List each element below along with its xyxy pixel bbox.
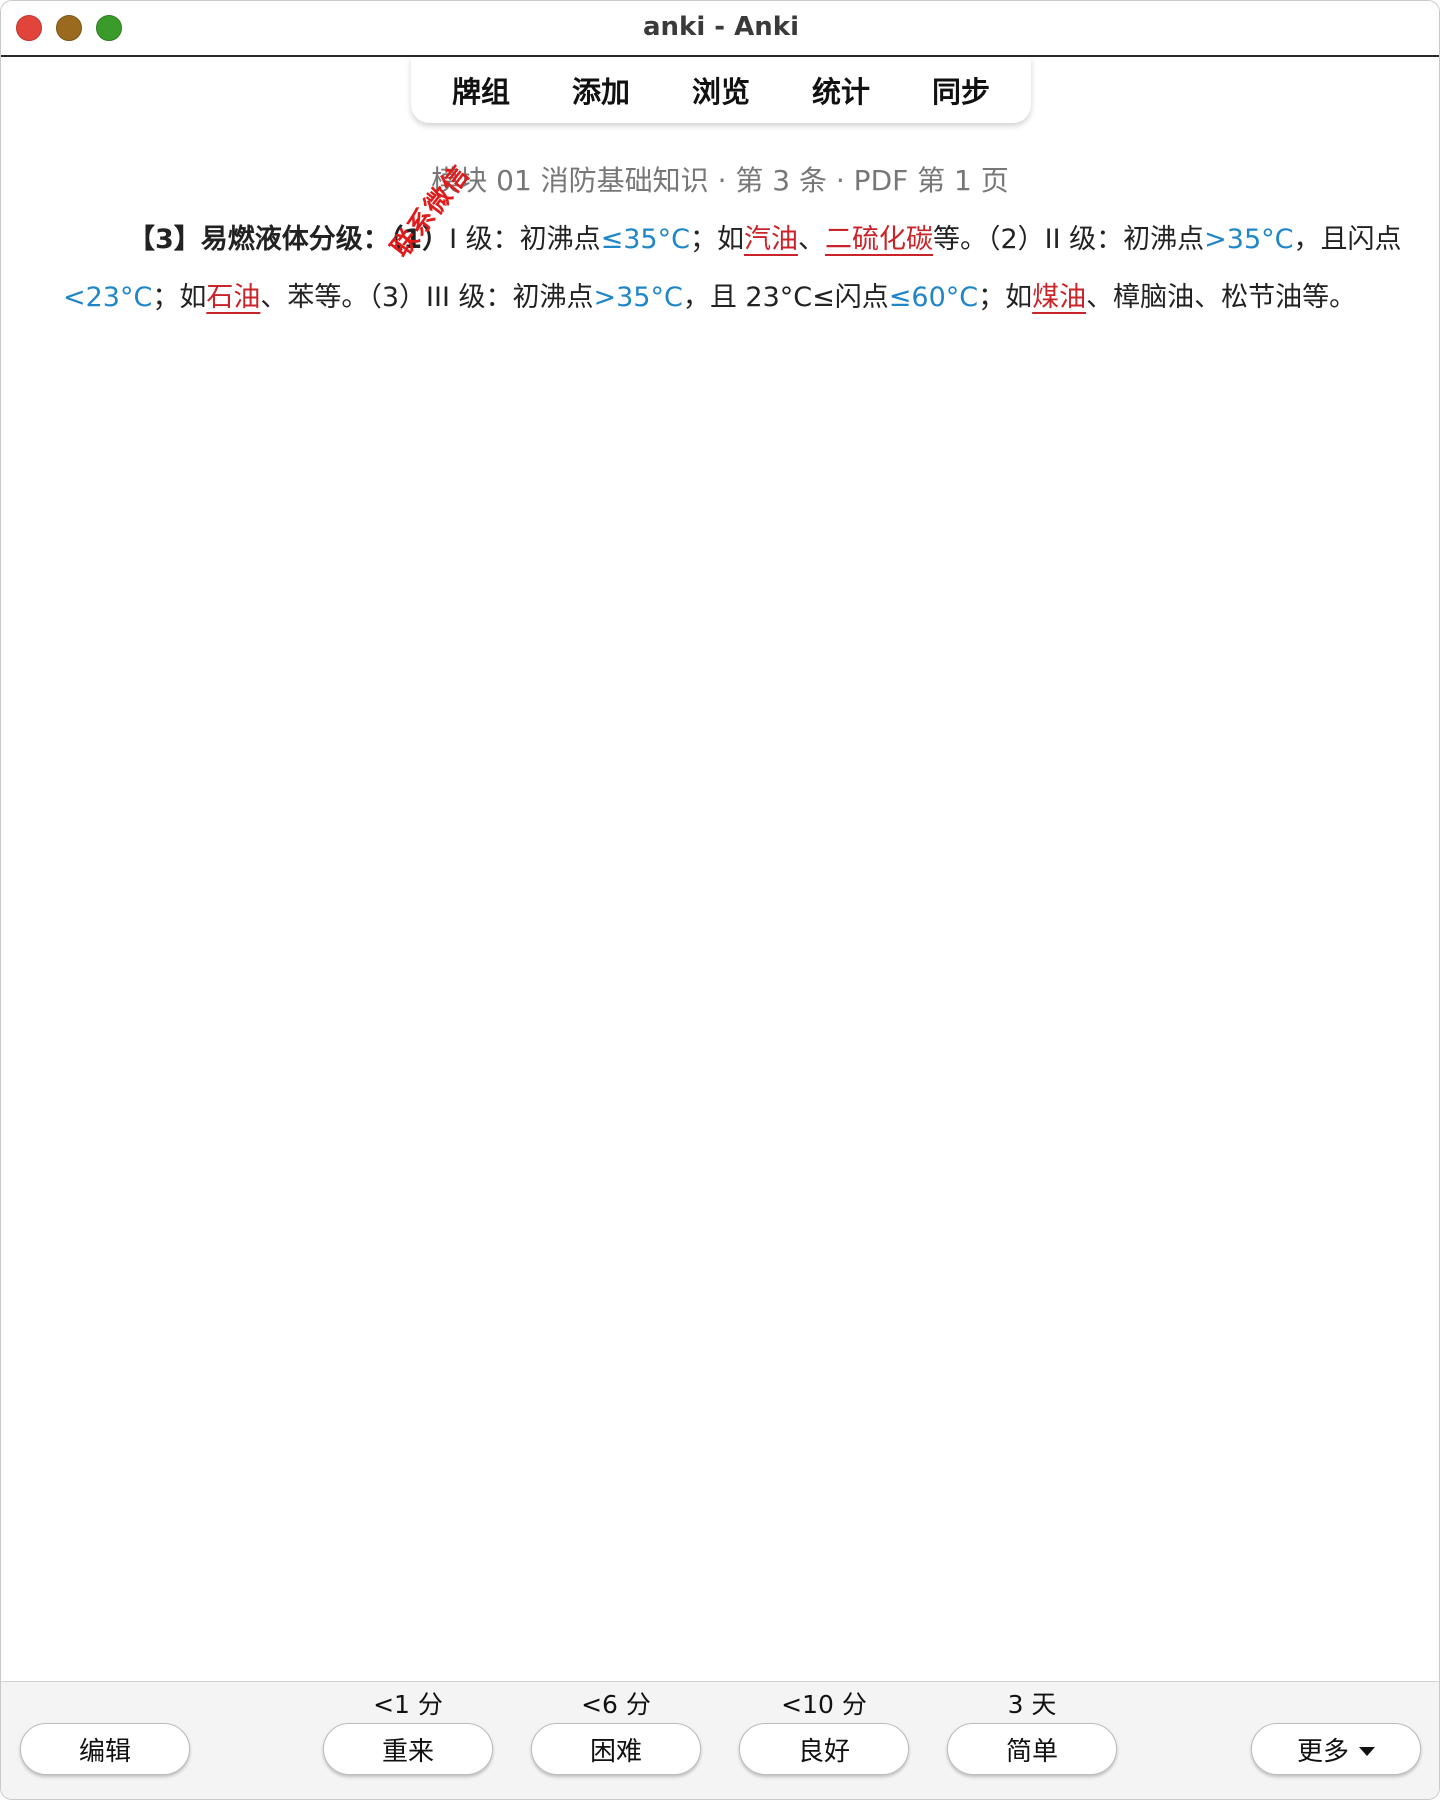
card-line-1: 【3】易燃液体分级：（1）I 级：初沸点≤35°C；如汽油、二硫化碳等。（2）I… — [63, 211, 1402, 269]
text-span: I 级：初沸点 — [449, 224, 601, 255]
card-info: 模块 01 消防基础知识 · 第 3 条 · PDF 第 1 页 — [431, 164, 1009, 197]
title-bar: anki - Anki — [1, 1, 1439, 57]
more-button[interactable]: 更多 — [1251, 1723, 1421, 1775]
red-keyword: 石油 — [206, 282, 261, 313]
window-title: anki - Anki — [643, 12, 799, 42]
blue-value: >35°C — [593, 282, 683, 313]
again-button[interactable]: 重来 — [323, 1723, 493, 1775]
answer-bar — [1, 1681, 1439, 1799]
again-button-label: 重来 — [381, 1736, 434, 1767]
caret-down-icon — [1359, 1746, 1375, 1756]
toolbar-sync[interactable]: 同步 — [901, 69, 1021, 111]
card-heading: 【3】易燃液体分级：（1） — [128, 224, 450, 255]
card-content: 【3】易燃液体分级：（1）I 级：初沸点≤35°C；如汽油、二硫化碳等。（2）I… — [63, 211, 1402, 327]
card-line-2: <23°C；如石油、苯等。（3）III 级：初沸点>35°C，且 23°C≤闪点… — [63, 269, 1383, 327]
red-keyword: 二硫化碳 — [824, 224, 933, 255]
edit-button-label: 编辑 — [78, 1736, 131, 1767]
toolbar-stats[interactable]: 统计 — [781, 69, 901, 111]
blue-value: >35°C — [1204, 224, 1294, 255]
text-span: ；如 — [152, 282, 207, 313]
good-button[interactable]: 良好 — [739, 1723, 909, 1775]
edit-button[interactable]: 编辑 — [20, 1723, 190, 1775]
interval-good: <10 分 — [781, 1690, 867, 1719]
easy-button-label: 简单 — [1005, 1736, 1058, 1767]
main-toolbar: 牌组 添加 浏览 统计 同步 — [411, 57, 1031, 123]
blue-value: ≤60°C — [888, 282, 979, 313]
red-keyword: 煤油 — [1032, 282, 1087, 313]
good-button-label: 良好 — [797, 1736, 850, 1767]
toolbar-add[interactable]: 添加 — [541, 69, 661, 111]
easy-button[interactable]: 简单 — [947, 1723, 1117, 1775]
toolbar-browse[interactable]: 浏览 — [661, 69, 781, 111]
text-span: ，且 23°C≤闪点 — [682, 282, 889, 313]
text-span: 、 — [797, 224, 825, 255]
interval-hard: <6 分 — [581, 1690, 651, 1719]
blue-value: <23°C — [63, 282, 153, 313]
hard-button-label: 困难 — [589, 1736, 642, 1767]
more-button-label: 更多 — [1296, 1736, 1349, 1767]
red-keyword: 汽油 — [743, 224, 798, 255]
text-span: ；如 — [978, 282, 1033, 313]
text-span: ，且闪点 — [1293, 224, 1402, 255]
text-span: 、樟脑油、松节油等。 — [1086, 282, 1357, 313]
text-span: 等。（2）II 级：初沸点 — [932, 224, 1205, 255]
hard-button[interactable]: 困难 — [531, 1723, 701, 1775]
blue-value: ≤35°C — [600, 224, 690, 255]
interval-again: <1 分 — [373, 1690, 443, 1719]
anki-window: anki - Anki 牌组 添加 浏览 统计 同步 模块 01 消防基础知识 … — [0, 0, 1440, 1800]
text-span: 、苯等。（3）III 级：初沸点 — [260, 282, 594, 313]
toolbar-decks[interactable]: 牌组 — [421, 69, 541, 111]
text-span: ；如 — [689, 224, 744, 255]
interval-easy: 3 天 — [1007, 1690, 1057, 1719]
